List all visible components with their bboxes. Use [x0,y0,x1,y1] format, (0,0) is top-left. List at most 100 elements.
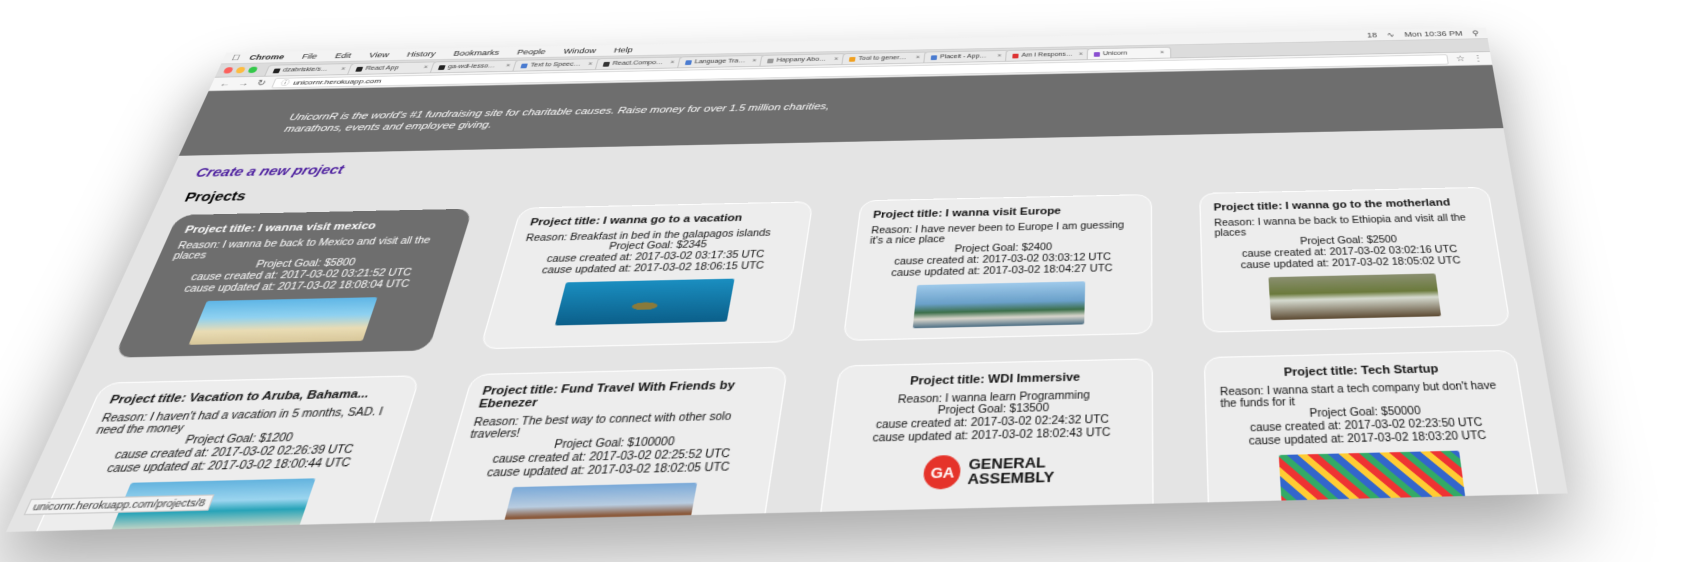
tab-github-1[interactable]: dzabriskie/s… × [264,63,355,76]
tab-label: React App [364,65,400,72]
tab-am-i-responsive[interactable]: Am I Respons… × [1005,48,1091,61]
menu-window[interactable]: Window [563,47,597,55]
github-icon [437,64,446,70]
menubar-status: 18 ∿ Mon 10:36 PM ⚲ [1367,29,1480,40]
ga-logo-mark: GA [922,454,963,490]
projects-grid: Project title: I wanna visit mexico Reas… [21,186,1544,532]
tab-placeit[interactable]: Placeit - App… × [923,50,1009,63]
project-title: Project title: Fund Travel With Friends … [477,379,736,411]
ga-logo-text: GENERAL ASSEMBLY [967,454,1055,488]
project-card[interactable]: Project title: I wanna go to the motherl… [1199,186,1511,333]
reload-icon[interactable]: ↻ [255,79,267,88]
close-tab-icon[interactable]: × [1160,50,1164,55]
tab-label: Am I Respons… [1021,51,1073,59]
close-tab-icon[interactable]: × [340,66,346,72]
project-title: Project title: I wanna visit Europe [872,205,1062,221]
project-title: Project title: I wanna visit mexico [182,220,378,236]
forward-icon[interactable]: → [237,79,251,88]
menu-view[interactable]: View [368,51,391,59]
close-tab-icon[interactable]: × [670,60,675,66]
unicorn-icon [1093,51,1100,57]
startup-collage-image [1278,450,1466,506]
apple-icon[interactable]:  [230,53,241,62]
menu-dots-icon[interactable]: ⋮ [1472,54,1483,63]
tab-unicorn[interactable]: Unicorn × [1086,46,1172,60]
tab-tool[interactable]: Tool to gener… × [841,51,928,65]
menu-bookmarks[interactable]: Bookmarks [452,49,500,58]
tab-react-app[interactable]: React App × [347,61,437,75]
wifi-icon[interactable]: ∿ [1386,31,1395,39]
github-icon [272,68,281,73]
stage:  Chrome File Edit View History Bookmark… [0,0,1688,562]
clock[interactable]: Mon 10:36 PM [1404,29,1463,38]
close-window-icon[interactable] [222,67,234,74]
sea-turtle-image [554,278,735,326]
project-card[interactable]: Project title: I wanna go to a vacation … [479,201,814,350]
general-assembly-logo: GA GENERAL ASSEMBLY [839,451,1138,492]
tab-react-component[interactable]: React.Compo… × [594,56,683,70]
page-icon [1012,53,1019,59]
create-project-link[interactable]: Create a new project [194,162,347,179]
tab-label: Text to Speec… [529,61,582,69]
url-text: unicornr.herokuapp.com [291,77,383,86]
tab-happany[interactable]: Happany Abo… × [759,53,847,66]
tab-text-to-speech[interactable]: Text to Speec… × [512,58,601,71]
document-icon [767,58,774,64]
project-title: Project title: Tech Startup [1283,362,1440,380]
close-tab-icon[interactable]: × [1079,52,1083,57]
tab-label: Happany Abo… [776,56,827,64]
tab-label: Placeit - App… [939,53,987,60]
menu-edit[interactable]: Edit [334,52,353,60]
close-tab-icon[interactable]: × [587,61,593,67]
hero-text: UnicornR is the world's #1 fundraising s… [282,101,831,135]
project-card[interactable]: Project title: I wanna visit Europe Reas… [842,194,1153,341]
back-icon[interactable]: ← [218,79,232,88]
menu-chrome[interactable]: Chrome [248,53,286,61]
main-content: Create a new project Projects Project ti… [6,128,1568,532]
close-tab-icon[interactable]: × [505,63,511,69]
tab-language[interactable]: Language Tra… × [677,54,765,68]
maximize-window-icon[interactable] [247,66,259,74]
page-icon [848,56,856,62]
close-tab-icon[interactable]: × [752,58,757,64]
project-card[interactable]: Project title: Fund Travel With Friends … [420,366,789,532]
project-card[interactable]: Project title: I wanna visit mexico Reas… [113,208,473,358]
info-icon[interactable]: ⓘ [279,78,291,87]
menu-history[interactable]: History [406,50,437,58]
beach-image [188,297,378,345]
react-icon [355,66,364,72]
project-title: Project title: WDI Immersive [909,371,1081,388]
bookmark-star-icon[interactable]: ☆ [1455,54,1465,63]
project-card[interactable]: Project title: WDI Immersive Reason: I w… [816,358,1154,532]
tab-label: Unicorn [1102,50,1128,57]
search-icon[interactable]: ⚲ [1471,29,1479,37]
friends-selfie-image [499,482,698,532]
project-title: Project title: Vacation to Aruba, Bahama… [107,387,371,407]
tab-github-2[interactable]: ga-wdi-lesso… × [429,59,519,73]
project-title: Project title: I wanna go to a vacation [528,212,744,229]
close-tab-icon[interactable]: × [422,65,428,71]
europe-village-image [912,281,1086,329]
battery-percent: 18 [1366,30,1378,39]
tab-label: Tool to gener… [857,55,907,62]
page-icon [930,54,938,60]
ga-logo-line2: ASSEMBLY [967,468,1055,488]
page-icon [520,63,528,68]
tab-label: Language Tra… [693,58,746,65]
minimize-window-icon[interactable] [235,66,247,74]
waterfall-image [1268,273,1442,321]
project-card[interactable]: Project title: Tech Startup Reason: I wa… [1203,349,1544,532]
close-tab-icon[interactable]: × [915,55,920,61]
tab-label: React.Compo… [611,60,664,67]
menu-people[interactable]: People [516,48,547,56]
menu-file[interactable]: File [301,52,319,60]
browser-window:  Chrome File Edit View History Bookmark… [5,27,1568,532]
page-icon [602,61,611,67]
tab-label: dzabriskie/s… [281,66,329,74]
page-icon [684,59,693,65]
close-tab-icon[interactable]: × [997,53,1002,59]
menu-help[interactable]: Help [613,46,634,54]
close-tab-icon[interactable]: × [834,57,839,63]
window-controls [222,66,259,74]
tab-label: ga-wdi-lesso… [447,63,496,70]
